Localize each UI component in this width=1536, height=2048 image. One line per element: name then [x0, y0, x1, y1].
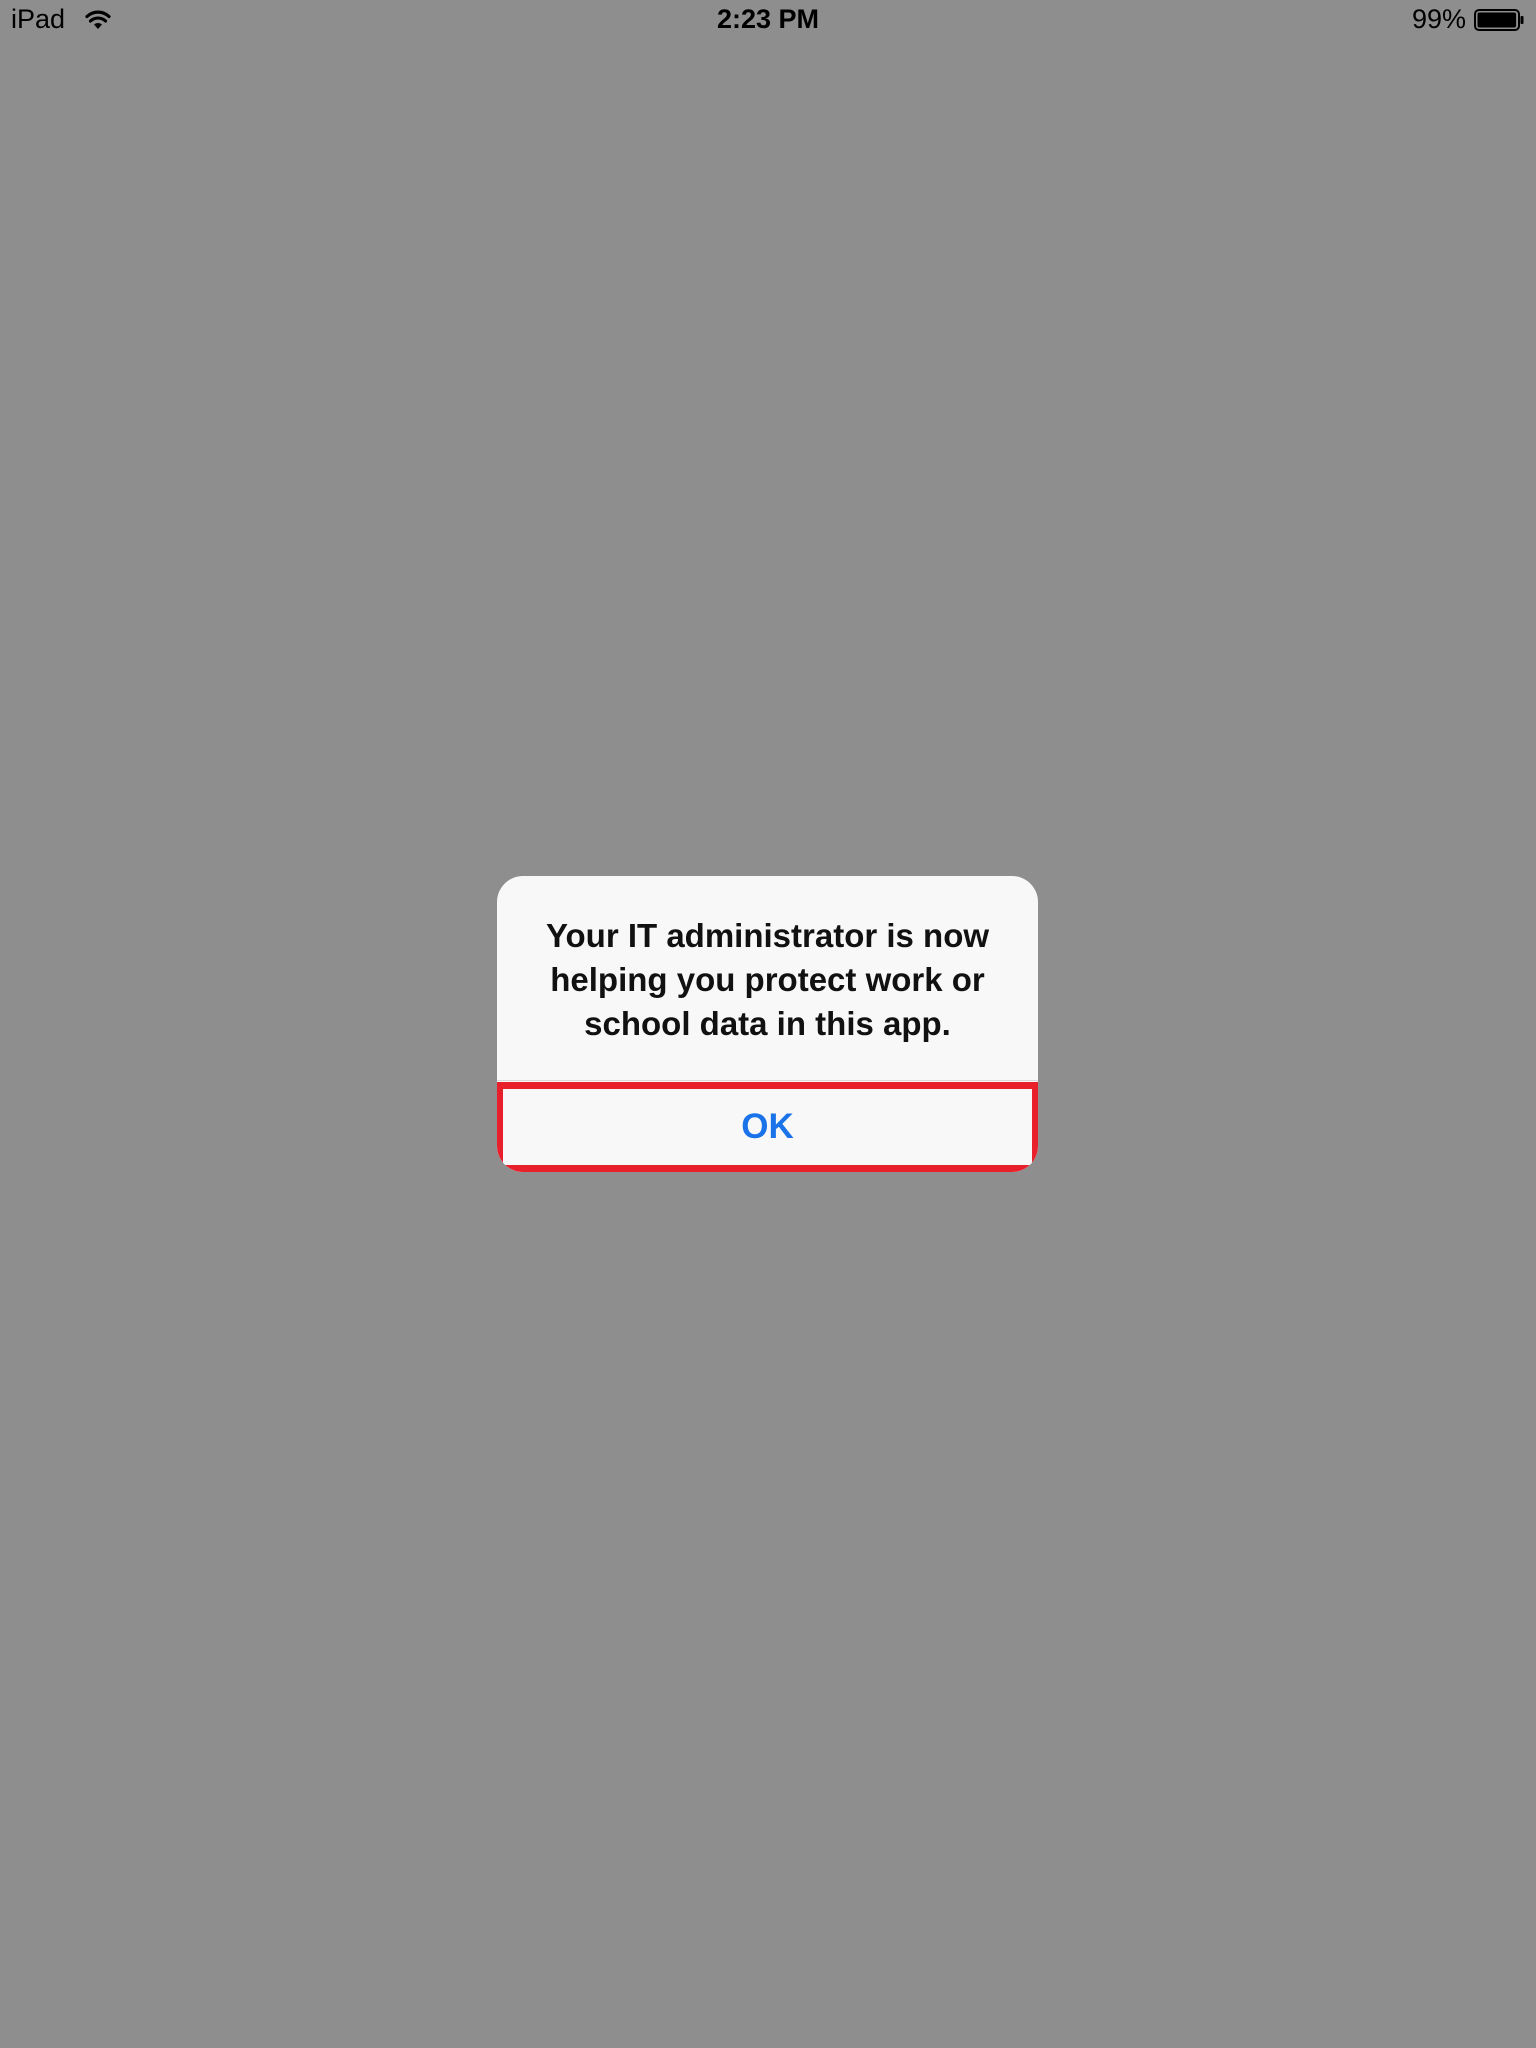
status-right: 99% [1412, 4, 1524, 35]
status-bar: iPad 2:23 PM 99% [0, 0, 1536, 40]
battery-icon [1474, 8, 1524, 31]
alert-dialog: Your IT administrator is now helping you… [497, 876, 1038, 1172]
battery-percent: 99% [1411, 4, 1466, 34]
ok-button-label: OK [741, 1107, 794, 1146]
status-time: 2:23 PM [716, 4, 820, 34]
ok-button[interactable]: OK [497, 1082, 1038, 1172]
alert-divider [497, 1080, 1038, 1081]
alert-message: Your IT administrator is now helping you… [545, 917, 990, 1042]
